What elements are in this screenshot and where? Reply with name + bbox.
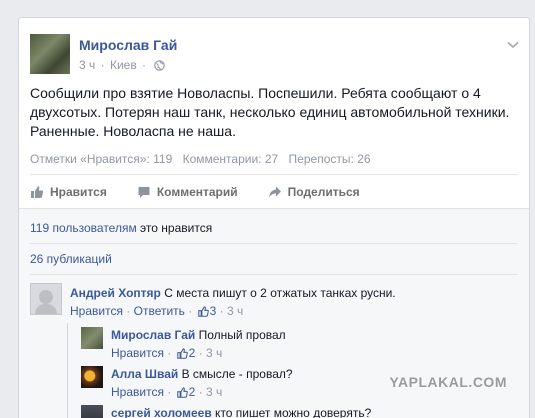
- reply-body: Алла Швай В смысле - провал?: [111, 367, 293, 381]
- reply-thread-line: [67, 323, 68, 418]
- comment-body: Андрей Хоптяр С места пишут о 2 отжатых …: [70, 286, 396, 300]
- share-button-label: Поделиться: [287, 185, 360, 199]
- comment-icon: [138, 187, 150, 198]
- reply-avatar[interactable]: [81, 405, 103, 418]
- comment-like-link[interactable]: Нравится: [70, 304, 123, 318]
- thumbs-up-icon: [197, 306, 209, 320]
- reply-author[interactable]: Алла Швай: [111, 367, 178, 381]
- post-time[interactable]: 3 ч: [79, 58, 95, 72]
- post-meta: 3 ч · Киев ·: [79, 58, 166, 74]
- likes-summary: 119 пользователям это нравится: [30, 221, 212, 235]
- thumbs-up-icon: [176, 348, 188, 362]
- reply-like-link[interactable]: Нравится: [111, 346, 164, 360]
- share-button[interactable]: Поделиться: [268, 182, 360, 202]
- shares-count-link[interactable]: Перепосты: 26: [289, 152, 371, 166]
- reply-like-link[interactable]: Нравится: [111, 385, 164, 399]
- thumbs-up-icon: [176, 387, 188, 401]
- comment-meta: Нравится · Ответить · 3 · 3 ч: [70, 304, 243, 320]
- reply-body: Мирослав Гай Полный провал: [111, 328, 286, 342]
- watermark-logo: YAPLAKAL.COM: [389, 374, 507, 390]
- reply-author[interactable]: Мирослав Гай: [111, 328, 195, 342]
- comment-reply-link[interactable]: Ответить: [134, 304, 185, 318]
- likes-summary-link[interactable]: 119 пользователям: [30, 221, 137, 235]
- post-location[interactable]: Киев: [110, 58, 137, 72]
- comment-time[interactable]: 3 ч: [227, 304, 243, 318]
- reply-body: сергей холомеев кто пишет можно доверять…: [111, 406, 371, 418]
- post-stats: Отметки «Нравится»: 119 Комментарии: 27 …: [30, 152, 378, 166]
- shares-summary-link[interactable]: 26 публикаций: [30, 252, 112, 266]
- meta-separator: ·: [216, 304, 227, 318]
- author-avatar[interactable]: [30, 34, 70, 74]
- meta-separator-2: ·: [142, 58, 147, 72]
- meta-separator: ·: [195, 346, 206, 360]
- like-button-label: Нравится: [50, 185, 107, 199]
- reply-avatar[interactable]: [81, 366, 103, 388]
- reply-meta: Нравится · 2 · 3 ч: [111, 385, 222, 401]
- globe-icon: [154, 60, 166, 74]
- share-arrow-icon: [268, 186, 281, 198]
- chevron-down-icon[interactable]: [507, 38, 519, 52]
- comment-button-label: Комментарий: [156, 185, 238, 199]
- comment-author[interactable]: Андрей Хоптяр: [70, 286, 161, 300]
- thumbs-up-icon: [31, 186, 44, 198]
- meta-separator: ·: [163, 385, 175, 399]
- post-card: Мирослав Гай 3 ч · Киев · Сообщили про в…: [18, 17, 530, 418]
- meta-separator: ·: [122, 304, 134, 318]
- shares-divider: [30, 274, 518, 275]
- meta-separator: ·: [184, 304, 196, 318]
- comment-text: С места пишут о 2 отжатых танках русни.: [160, 286, 396, 300]
- reply-time[interactable]: 3 ч: [206, 346, 222, 360]
- post-text: Сообщили про взятие Новоласпы. Поспешили…: [30, 85, 510, 139]
- comment-button[interactable]: Комментарий: [137, 182, 238, 202]
- comment-avatar[interactable]: [30, 283, 62, 315]
- reply-text: Полный провал: [195, 328, 286, 342]
- reply-author[interactable]: сергей холомеев: [111, 406, 212, 418]
- post-author-name[interactable]: Мирослав Гай: [79, 37, 177, 53]
- meta-separator: ·: [195, 385, 206, 399]
- likes-summary-text: это нравится: [136, 221, 213, 235]
- reply-text: В смысле - провал?: [178, 367, 293, 381]
- reply-time[interactable]: 3 ч: [206, 385, 222, 399]
- meta-separator: ·: [163, 346, 175, 360]
- reply-text: кто пишет можно доверять?: [211, 406, 372, 418]
- action-bar: Нравится Комментарий Поделиться: [30, 182, 390, 202]
- likes-count-link[interactable]: Отметки «Нравится»: 119: [30, 152, 172, 166]
- likes-divider: [30, 243, 518, 244]
- stats-divider: [30, 174, 518, 175]
- comments-count-link[interactable]: Комментарии: 27: [183, 152, 279, 166]
- like-button[interactable]: Нравится: [30, 182, 107, 202]
- reply-avatar[interactable]: [81, 327, 103, 349]
- meta-separator: ·: [100, 58, 105, 72]
- reply-meta: Нравится · 2 · 3 ч: [111, 346, 222, 362]
